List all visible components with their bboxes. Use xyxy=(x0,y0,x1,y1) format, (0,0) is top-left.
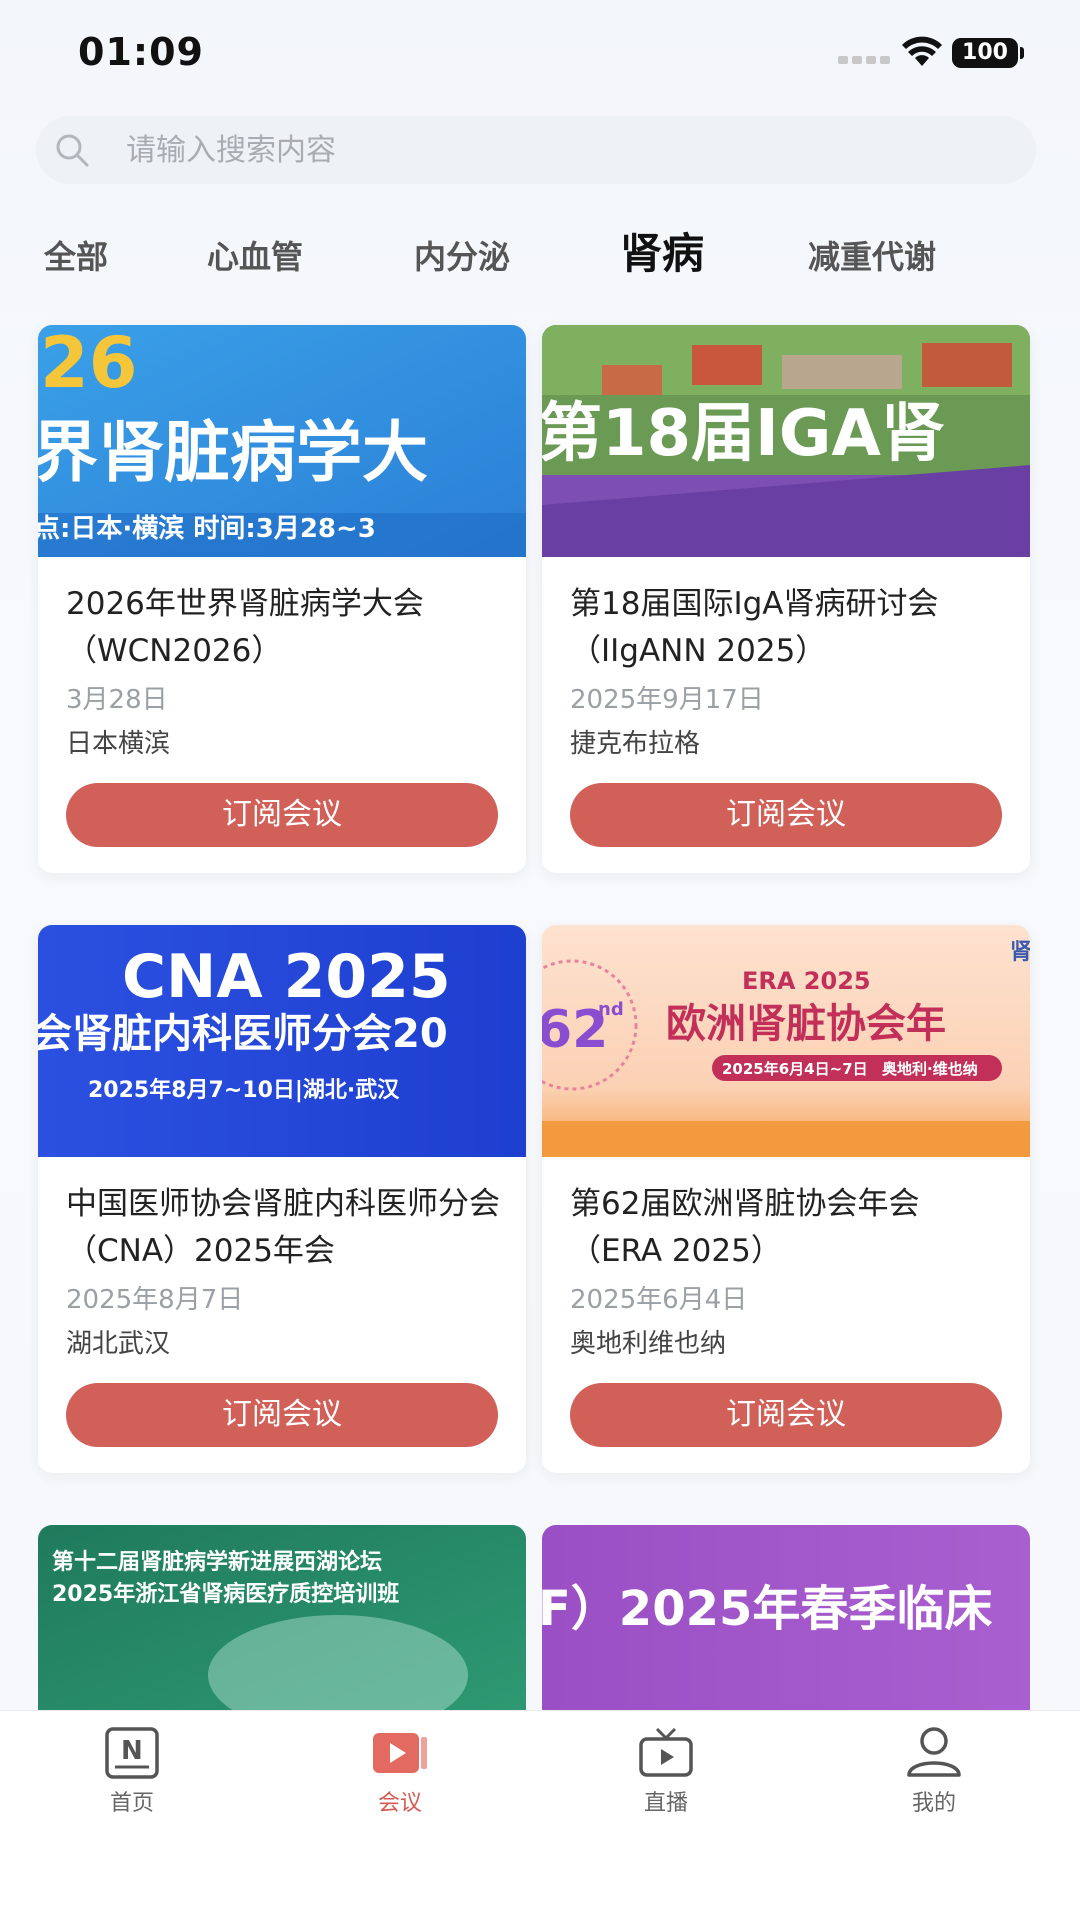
news-icon: N xyxy=(105,1727,159,1779)
subscribe-button[interactable]: 订阅会议 xyxy=(66,1383,498,1447)
banner-text: 2025年浙江省肾病医疗质控培训班 xyxy=(52,1581,399,1607)
conference-location: 捷克布拉格 xyxy=(570,729,701,759)
conference-card-partial[interactable]: 第十二届肾脏病学新进展西湖论坛 2025年浙江省肾病医疗质控培训班 xyxy=(38,1525,526,1725)
status-time: 01:09 xyxy=(78,30,204,74)
wifi-icon xyxy=(902,36,942,66)
tab-nephrology[interactable]: 肾病 xyxy=(620,220,704,281)
nav-profile[interactable]: 我的 xyxy=(864,1725,1004,1817)
conference-card[interactable]: CNA 2025 会肾脏内科医师分会20 2025年8月7~10日|湖北·武汉 … xyxy=(38,925,526,1473)
tab-endocrine[interactable]: 内分泌 xyxy=(414,232,510,278)
nav-label: 首页 xyxy=(109,1791,154,1816)
search-icon xyxy=(56,134,89,167)
banner-text: 奥地利·维也纳 xyxy=(882,1060,978,1078)
banner-text: 2025年6月4日~7日 xyxy=(722,1060,868,1078)
subscribe-button[interactable]: 订阅会议 xyxy=(570,783,1002,847)
banner-text: F）2025年春季临床 xyxy=(542,1581,992,1637)
conference-title: 中国医师协会肾脏内科医师分会（CNA）2025年会 xyxy=(66,1186,500,1269)
search-bar[interactable] xyxy=(36,116,1036,184)
banner-text: 界肾脏病学大 xyxy=(38,414,428,491)
nav-live[interactable]: 直播 xyxy=(596,1725,736,1817)
conference-card-partial[interactable]: F）2025年春季临床 xyxy=(542,1525,1030,1725)
category-tabs: 全部 心血管 内分泌 肾病 减重代谢 xyxy=(0,220,1080,290)
search-input[interactable] xyxy=(126,116,986,184)
conference-title: 第62届欧洲肾脏协会年会（ERA 2025） xyxy=(570,1186,920,1269)
tab-weight-metabolism[interactable]: 减重代谢 xyxy=(808,232,936,278)
svg-text:N: N xyxy=(121,1736,143,1766)
conference-card[interactable]: 26 界肾脏病学大 点:日本·横滨 时间:3月28~3 2026年世界肾脏病学大… xyxy=(38,325,526,873)
conference-date: 2025年9月17日 xyxy=(570,685,764,715)
conference-banner: 26 界肾脏病学大 点:日本·横滨 时间:3月28~3 xyxy=(38,325,526,557)
conference-banner: CNA 2025 会肾脏内科医师分会20 2025年8月7~10日|湖北·武汉 xyxy=(38,925,526,1157)
conference-banner: 第十二届肾脏病学新进展西湖论坛 2025年浙江省肾病医疗质控培训班 xyxy=(38,1525,526,1725)
nav-label: 直播 xyxy=(643,1791,688,1816)
banner-text: 点:日本·横滨 时间:3月28~3 xyxy=(38,513,376,544)
user-icon xyxy=(907,1727,961,1777)
banner-text: 肾 xyxy=(1010,940,1030,965)
nav-label: 会议 xyxy=(377,1791,422,1816)
conference-card[interactable]: 第18届IGA肾 第18届国际IgA肾病研讨会（IIgANN 2025） 202… xyxy=(542,325,1030,873)
tab-all[interactable]: 全部 xyxy=(44,232,108,278)
conference-location: 日本横滨 xyxy=(66,729,171,759)
nav-conference[interactable]: 会议 xyxy=(330,1725,470,1817)
banner-text: 2025年8月7~10日|湖北·武汉 xyxy=(88,1077,400,1103)
conference-banner: 第18届IGA肾 xyxy=(542,325,1030,557)
banner-text: 26 xyxy=(40,325,137,404)
conference-date: 2025年8月7日 xyxy=(66,1285,244,1315)
banner-text: CNA 2025 xyxy=(122,942,451,1012)
conference-title: 第18届国际IgA肾病研讨会（IIgANN 2025） xyxy=(570,586,939,669)
nav-label: 我的 xyxy=(911,1791,956,1816)
banner-text: ERA 2025 xyxy=(742,967,871,995)
conference-date: 3月28日 xyxy=(66,685,168,715)
banner-text: 会肾脏内科医师分会20 xyxy=(38,1011,448,1057)
banner-text: nd xyxy=(598,999,624,1020)
subscribe-button[interactable]: 订阅会议 xyxy=(570,1383,1002,1447)
conference-title: 2026年世界肾脏病学大会（WCN2026） xyxy=(66,586,424,669)
signal-icon xyxy=(838,56,890,66)
conference-location: 湖北武汉 xyxy=(66,1329,171,1359)
banner-text: 第十二届肾脏病学新进展西湖论坛 xyxy=(52,1549,382,1575)
tab-cardiovascular[interactable]: 心血管 xyxy=(207,232,303,278)
bottom-nav: N 首页 会议 直播 我的 xyxy=(0,1710,1080,1920)
conference-card[interactable]: 62 nd ERA 2025 欧洲肾脏协会年 2025年6月4日~7日 奥地利·… xyxy=(542,925,1030,1473)
conference-location: 奥地利维也纳 xyxy=(570,1329,727,1359)
conference-banner: F）2025年春季临床 xyxy=(542,1525,1030,1725)
banner-text: 欧洲肾脏协会年 xyxy=(666,1001,946,1047)
banner-text: 第18届IGA肾 xyxy=(542,397,945,471)
conference-banner: 62 nd ERA 2025 欧洲肾脏协会年 2025年6月4日~7日 奥地利·… xyxy=(542,925,1030,1157)
battery-tip xyxy=(1020,47,1024,59)
status-bar: 01:09 100 xyxy=(0,0,1080,104)
nav-home[interactable]: N 首页 xyxy=(62,1725,202,1817)
subscribe-button[interactable]: 订阅会议 xyxy=(66,783,498,847)
video-icon xyxy=(373,1733,427,1773)
conference-date: 2025年6月4日 xyxy=(570,1285,748,1315)
tv-icon xyxy=(639,1727,693,1777)
battery-indicator: 100 xyxy=(952,38,1018,68)
